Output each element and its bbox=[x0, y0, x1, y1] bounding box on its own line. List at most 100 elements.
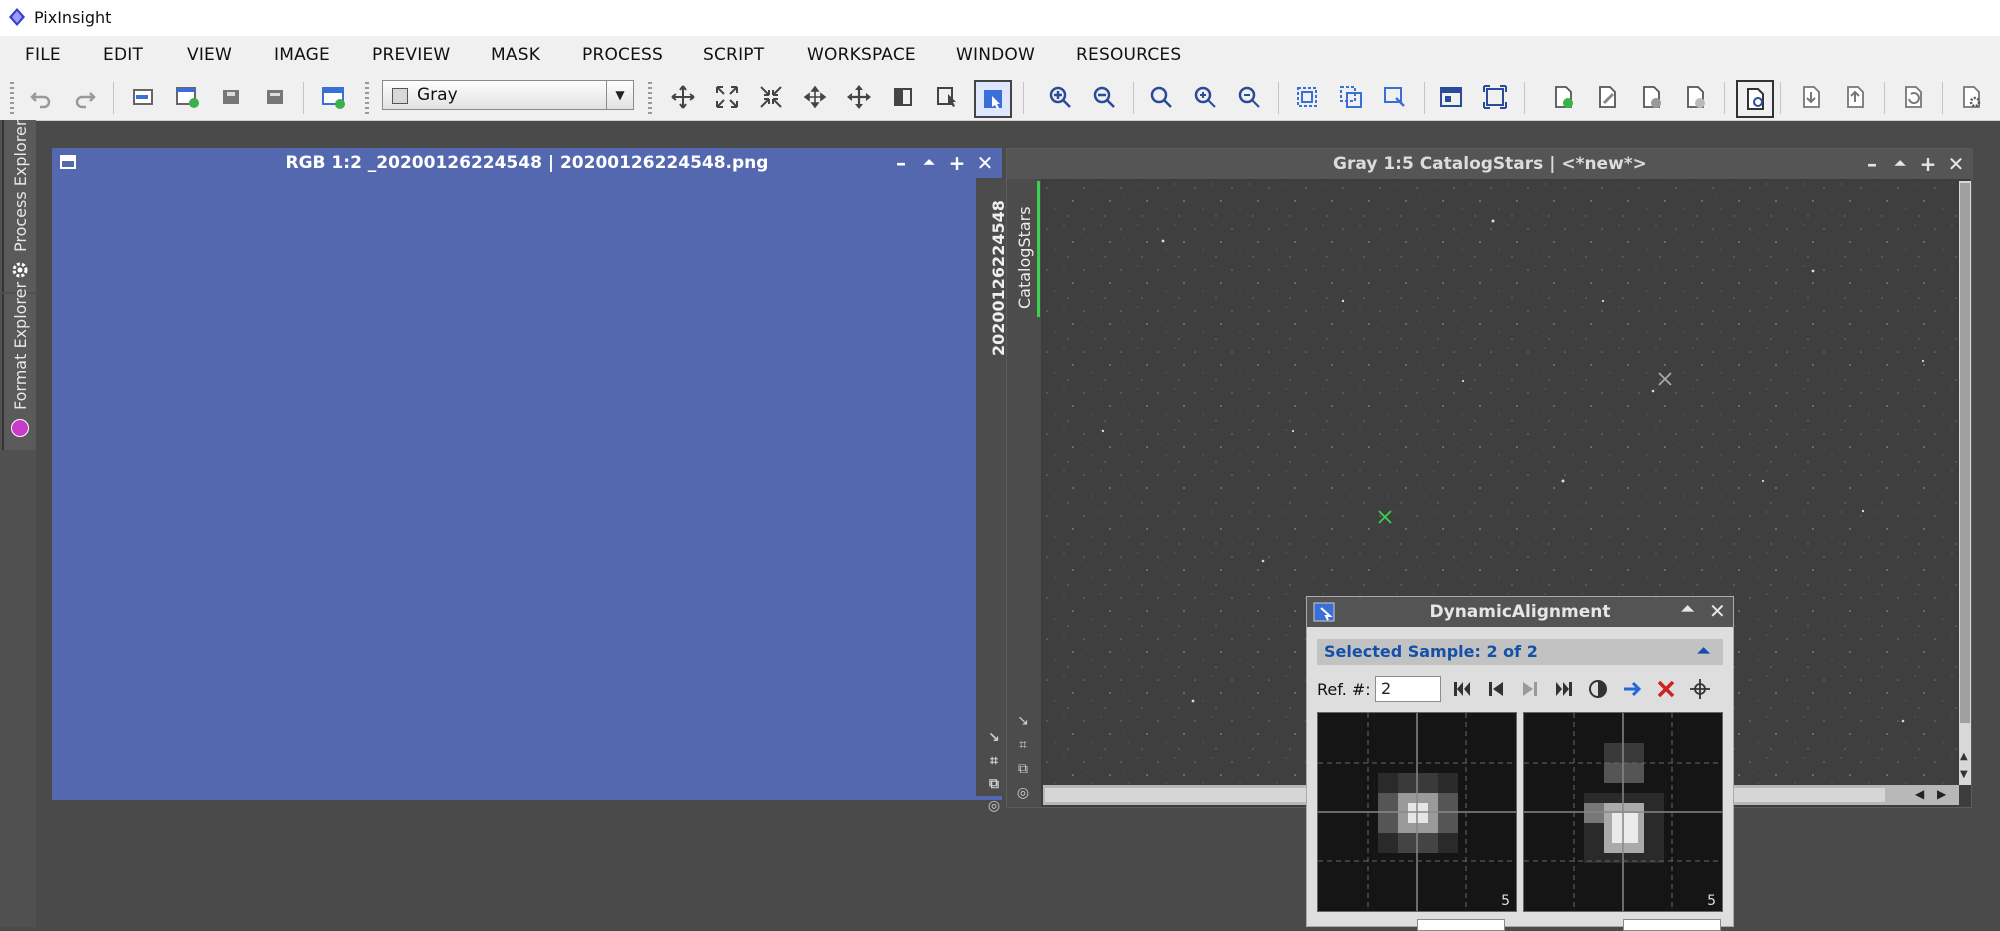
view-mode-combo[interactable]: Gray ▼ bbox=[382, 80, 634, 110]
collapse-up-icon[interactable]: ⏶ bbox=[1697, 641, 1710, 661]
shrink-arrow-icon-2[interactable]: ↘ bbox=[1015, 713, 1031, 729]
half-square-icon[interactable] bbox=[888, 82, 918, 112]
shade-icon-dyn[interactable]: ⏶ bbox=[1681, 599, 1694, 619]
new-instance-icon[interactable] bbox=[1548, 82, 1578, 112]
arrow-right-icon[interactable] bbox=[1619, 676, 1645, 702]
menu-view[interactable]: VIEW bbox=[187, 45, 232, 65]
new-image-icon[interactable] bbox=[128, 82, 158, 112]
target-zoom-view[interactable]: 5 bbox=[1523, 712, 1723, 912]
tab-process-explorer[interactable]: Process Explorer bbox=[2, 120, 36, 292]
reference-zoom-view[interactable]: 5 bbox=[1317, 712, 1517, 912]
next-sample-icon[interactable] bbox=[1517, 676, 1543, 702]
vertical-scrollbar[interactable]: ▲ ▼ bbox=[1959, 181, 1971, 785]
window-maximize-icon[interactable] bbox=[1480, 82, 1510, 112]
menu-process[interactable]: PROCESS bbox=[582, 45, 663, 65]
preview-edit-icon[interactable] bbox=[1380, 82, 1410, 112]
close-icon[interactable]: ✕ _20200126224548 ↘ ⌗ ⧉ ◎ bbox=[974, 148, 1916, 814]
menu-bar: FILE EDIT VIEW IMAGE PREVIEW MASK PROCES… bbox=[0, 36, 2000, 74]
close-icon-2[interactable]: ✕ bbox=[1945, 149, 1967, 179]
redo-icon[interactable] bbox=[70, 82, 100, 112]
save-icon[interactable] bbox=[216, 82, 246, 112]
minimize-icon-2[interactable]: – bbox=[1861, 149, 1883, 179]
menu-image[interactable]: IMAGE bbox=[274, 45, 330, 65]
clone-small-icon-2[interactable]: ⧉ bbox=[1015, 761, 1031, 777]
apply-instance-icon[interactable] bbox=[1636, 82, 1666, 112]
image-window-catalogstars-id-tab[interactable]: CatalogStars bbox=[1015, 206, 1034, 309]
scroll-left-icon[interactable]: ◀ bbox=[1915, 787, 1924, 801]
ref-number-input[interactable]: 2 bbox=[1375, 676, 1441, 702]
expand-icon[interactable] bbox=[712, 82, 742, 112]
contrast-icon[interactable] bbox=[1585, 676, 1611, 702]
shrink-arrow-icon[interactable]: ↘ bbox=[986, 730, 1002, 746]
select-icon[interactable] bbox=[932, 82, 962, 112]
pan-alt-icon[interactable] bbox=[844, 82, 874, 112]
revert-icon[interactable] bbox=[1898, 82, 1928, 112]
export-icon[interactable] bbox=[1840, 82, 1870, 112]
global-instance-icon[interactable] bbox=[1680, 82, 1710, 112]
zoom-fit-small-icon-2[interactable]: ⌗ bbox=[1015, 737, 1031, 753]
menu-preview[interactable]: PREVIEW bbox=[372, 45, 450, 65]
chevron-down-icon[interactable]: ▼ bbox=[606, 81, 633, 109]
preview-new-icon[interactable] bbox=[1336, 82, 1366, 112]
explorer-icon[interactable] bbox=[1736, 80, 1774, 118]
menu-window[interactable]: WINDOW bbox=[956, 45, 1035, 65]
tab-format-explorer[interactable]: Format Explorer bbox=[2, 282, 36, 450]
toolbar-grip[interactable] bbox=[10, 82, 14, 114]
zoom-optimal-icon[interactable] bbox=[1234, 82, 1264, 112]
menu-workspace[interactable]: WORKSPACE bbox=[807, 45, 916, 65]
settings-gear-icon[interactable] bbox=[1956, 82, 1986, 112]
close-image-icon[interactable] bbox=[260, 82, 290, 112]
pan-icon[interactable] bbox=[800, 82, 830, 112]
menu-resources[interactable]: RESOURCES bbox=[1076, 45, 1181, 65]
edit-instance-icon[interactable] bbox=[1592, 82, 1622, 112]
maximize-icon[interactable]: + bbox=[946, 148, 968, 178]
last-sample-icon[interactable] bbox=[1551, 676, 1577, 702]
shade-icon[interactable]: ⏶ bbox=[918, 148, 940, 178]
dynamic-alignment-panel[interactable]: DynamicAlignment ⏶ ✕ Selected Sample: 2 … bbox=[1306, 596, 1734, 931]
target-small-icon[interactable]: ◎ bbox=[986, 798, 1002, 814]
menu-mask[interactable]: MASK bbox=[491, 45, 540, 65]
maximize-icon-2[interactable]: + bbox=[1917, 149, 1939, 179]
shrink-icon[interactable] bbox=[756, 82, 786, 112]
image-window-rgb[interactable]: RGB 1:2 _20200126224548 | 20200126224548… bbox=[52, 148, 1916, 814]
target-small-icon-2[interactable]: ◎ bbox=[1015, 785, 1031, 801]
delete-sample-icon[interactable] bbox=[1653, 676, 1679, 702]
close-icon-dyn[interactable]: ✕ bbox=[1709, 599, 1726, 623]
minimize-icon[interactable]: – bbox=[890, 148, 912, 178]
zoom-out-icon[interactable] bbox=[1089, 82, 1119, 112]
window-fit-icon[interactable] bbox=[1436, 82, 1466, 112]
image-window-catalogstars-title[interactable]: Gray 1:5 CatalogStars | <*new*> bbox=[1007, 149, 1973, 179]
preview-select-icon[interactable] bbox=[1292, 82, 1322, 112]
crosshair-icon[interactable] bbox=[1687, 676, 1713, 702]
scroll-down-icon[interactable]: ▼ bbox=[1960, 769, 1968, 780]
readout-mode-icon[interactable] bbox=[974, 80, 1012, 118]
image-window-2-side-strip: CatalogStars ↘ ⌗ ⧉ ◎ bbox=[1007, 179, 1041, 807]
menu-file[interactable]: FILE bbox=[25, 45, 61, 65]
zoom-fit-icon[interactable] bbox=[1146, 82, 1176, 112]
scroll-right-icon[interactable]: ▶ bbox=[1937, 787, 1946, 801]
first-sample-icon[interactable] bbox=[1449, 676, 1475, 702]
zoom-fit-small-icon[interactable]: ⌗ bbox=[986, 753, 1002, 769]
x-coordinate-field[interactable] bbox=[1417, 919, 1505, 931]
dynamic-alignment-title[interactable]: DynamicAlignment bbox=[1307, 597, 1733, 627]
selected-sample-bar[interactable]: Selected Sample: 2 of 2 ⏶ bbox=[1317, 639, 1723, 665]
ref-number-label: Ref. #: bbox=[1317, 680, 1371, 699]
zoom-in-icon[interactable] bbox=[1045, 82, 1075, 112]
undo-icon[interactable] bbox=[26, 82, 56, 112]
import-icon[interactable] bbox=[1796, 82, 1826, 112]
format-icon bbox=[11, 419, 29, 437]
menu-script[interactable]: SCRIPT bbox=[703, 45, 764, 65]
vertical-scrollbar-thumb[interactable] bbox=[1960, 183, 1970, 723]
move-icon[interactable] bbox=[668, 82, 698, 112]
dx-coordinate-field[interactable] bbox=[1623, 919, 1721, 931]
zoom-1-1-icon[interactable] bbox=[1190, 82, 1220, 112]
menu-edit[interactable]: EDIT bbox=[103, 45, 143, 65]
new-workspace-icon[interactable] bbox=[318, 82, 348, 112]
new-window-icon[interactable] bbox=[172, 82, 202, 112]
image-window-rgb-title[interactable]: RGB 1:2 _20200126224548 | 20200126224548… bbox=[52, 148, 1002, 178]
view-mode-value: Gray bbox=[417, 85, 458, 105]
clone-small-icon[interactable]: ⧉ bbox=[986, 776, 1002, 792]
shade-icon-2[interactable]: ⏶ bbox=[1889, 149, 1911, 179]
previous-sample-icon[interactable] bbox=[1483, 676, 1509, 702]
scroll-up-icon[interactable]: ▲ bbox=[1960, 751, 1968, 762]
